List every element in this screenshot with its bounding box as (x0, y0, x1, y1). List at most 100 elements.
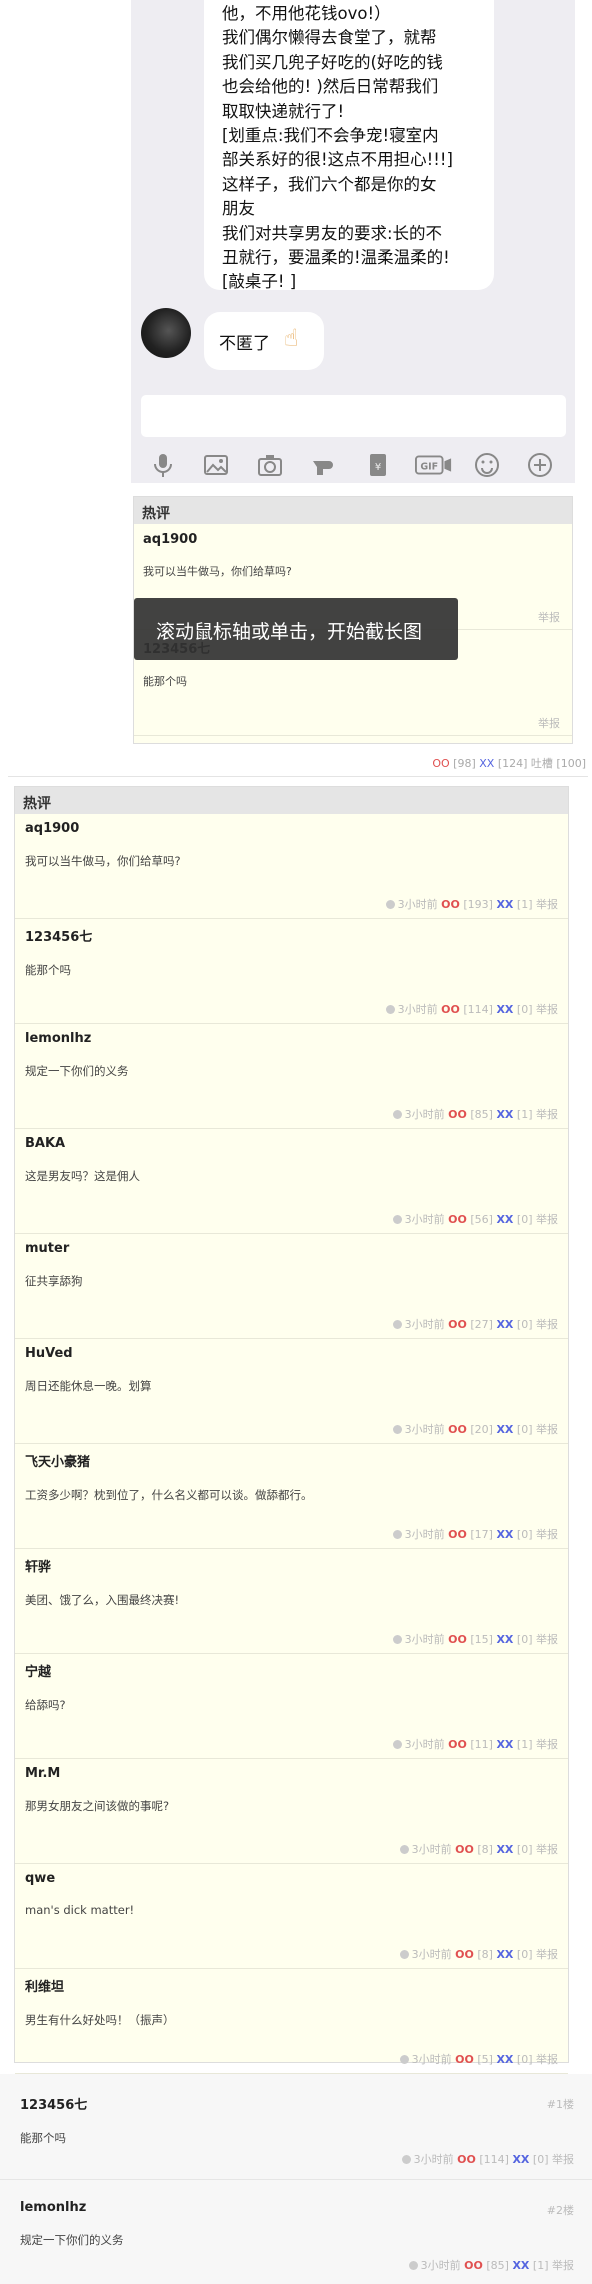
report-link[interactable]: 举报 (536, 1318, 558, 1331)
comment-author[interactable]: lemonlhz (20, 2200, 592, 2215)
xx-button[interactable]: XX (496, 1213, 513, 1226)
list-item: 利维坦 男生有什么好处吗！（振声） 3小时前 OO [5] XX [0] 举报 (15, 1969, 568, 2074)
report-link[interactable]: 举报 (536, 1528, 558, 1541)
report-link[interactable]: 举报 (552, 2153, 574, 2166)
xx-button[interactable]: XX (512, 2259, 529, 2272)
gif-icon[interactable]: GIF (414, 450, 454, 480)
xx-button[interactable]: XX (496, 898, 513, 911)
image-icon[interactable] (201, 450, 231, 480)
chat-line: 我们买几兜子好吃的(好吃的钱 (222, 52, 443, 72)
report-link[interactable]: 举报 (536, 1003, 558, 1016)
floor-number: #1楼 (546, 2098, 574, 2111)
comment-author[interactable]: HuVed (25, 1346, 568, 1361)
comment-author[interactable]: Mr.M (25, 1766, 568, 1781)
report-link[interactable]: 举报 (536, 1948, 558, 1961)
red-packet-hand-icon[interactable] (309, 450, 339, 480)
plus-icon[interactable] (525, 450, 555, 480)
oo-button[interactable]: OO (448, 1738, 467, 1751)
report-link[interactable]: 举报 (536, 898, 558, 911)
comment-text: 周日还能休息一晚。划算 (25, 1379, 152, 1393)
comment-author[interactable]: 轩骅 (25, 1556, 568, 1575)
comment-author[interactable]: 123456七 (20, 2094, 592, 2113)
report-link[interactable]: 举报 (536, 1108, 558, 1121)
comment-author[interactable]: qwe (25, 1871, 568, 1886)
oo-button[interactable]: OO (432, 757, 449, 770)
oo-button[interactable]: OO (448, 1213, 467, 1226)
xx-button[interactable]: XX (496, 1843, 513, 1856)
oo-button[interactable]: OO (441, 898, 460, 911)
xx-button[interactable]: XX (496, 1528, 513, 1541)
oo-count: [98] (453, 757, 476, 770)
chat-line: [划重点:我们不会争宠!寝室内 (222, 126, 439, 146)
comment-meta: 3小时前 OO [20] XX [0] 举报 (392, 1421, 558, 1437)
oo-count: [5] (477, 2053, 493, 2066)
microphone-icon[interactable] (148, 450, 178, 480)
camera-icon[interactable] (255, 450, 285, 480)
oo-button[interactable]: OO (448, 1108, 467, 1121)
xx-button[interactable]: XX (496, 1318, 513, 1331)
comment-text: 能那个吗 (143, 675, 187, 688)
report-link[interactable]: 举报 (536, 1843, 558, 1856)
chat-bubble-reply: 不匿了 ☝ (204, 312, 324, 370)
oo-button[interactable]: OO (464, 2259, 483, 2272)
report-link[interactable]: 举报 (538, 715, 560, 731)
comment-text: 能那个吗 (25, 963, 71, 977)
report-link[interactable]: 举报 (536, 1423, 558, 1436)
comment-author[interactable]: lemonlhz (25, 1031, 568, 1046)
oo-button[interactable]: OO (448, 1633, 467, 1646)
oo-button[interactable]: OO (441, 1003, 460, 1016)
tucao-link[interactable]: 吐槽 [100] (531, 757, 586, 770)
oo-button[interactable]: OO (448, 1528, 467, 1541)
list-item: 宁越 给舔吗? 3小时前 OO [11] XX [1] 举报 (15, 1654, 568, 1759)
xx-button[interactable]: XX (496, 1003, 513, 1016)
oo-button[interactable]: OO (455, 1948, 474, 1961)
xx-button[interactable]: XX (496, 1948, 513, 1961)
comment-meta: 3小时前 OO [5] XX [0] 举报 (399, 2051, 558, 2067)
clock-icon (399, 1845, 409, 1854)
oo-button[interactable]: OO (448, 1423, 467, 1436)
oo-button[interactable]: OO (448, 1318, 467, 1331)
xx-button[interactable]: XX (479, 757, 494, 770)
xx-count: [0] (516, 1003, 533, 1016)
comment-author[interactable]: aq1900 (143, 532, 572, 547)
report-link[interactable]: 举报 (536, 1738, 558, 1751)
xx-button[interactable]: XX (496, 2053, 513, 2066)
xx-button[interactable]: XX (496, 1738, 513, 1751)
list-item: muter 征共享舔狗 3小时前 OO [27] XX [0] 举报 (15, 1234, 568, 1339)
comment-text: 我可以当牛做马，你们给草吗? (25, 854, 181, 868)
report-link[interactable]: 举报 (538, 609, 560, 625)
report-link[interactable]: 举报 (536, 1633, 558, 1646)
report-link[interactable]: 举报 (552, 2259, 574, 2272)
comment-author[interactable]: aq1900 (25, 821, 568, 836)
comment-author[interactable]: 宁越 (25, 1661, 568, 1680)
clock-icon (392, 1320, 402, 1329)
comment-author[interactable]: BAKA (25, 1136, 568, 1151)
oo-button[interactable]: OO (455, 2053, 474, 2066)
comment-time: 3小时前 (404, 1528, 445, 1541)
xx-button[interactable]: XX (512, 2153, 529, 2166)
chat-input[interactable] (141, 395, 566, 437)
report-link[interactable]: 举报 (536, 2053, 558, 2066)
xx-button[interactable]: XX (496, 1108, 513, 1121)
comment-author[interactable]: 利维坦 (25, 1976, 568, 1995)
oo-button[interactable]: OO (455, 1843, 474, 1856)
comment-list: 123456七 #1楼 能那个吗 3小时前 OO [114] XX [0] 举报 lem… (0, 2074, 592, 2284)
chat-line: 也会给他的! )然后日常帮我们 (222, 77, 439, 97)
comment-meta: 3小时前 OO [85] XX [1] 举报 (392, 1106, 558, 1122)
oo-button[interactable]: OO (457, 2153, 476, 2166)
list-item: BAKA 这是男友吗？这是佣人 3小时前 OO [56] XX [0] 举报 (15, 1129, 568, 1234)
xx-count: [0] (516, 1423, 533, 1436)
oo-count: [17] (470, 1528, 493, 1541)
clock-icon (392, 1530, 402, 1539)
page: 他，不用他花钱ovo!） 我们偶尔懒得去食堂了，就帮 我们买几兜子好吃的(好吃的… (0, 0, 592, 2284)
xx-button[interactable]: XX (496, 1423, 513, 1436)
emoji-icon[interactable] (472, 450, 502, 480)
comment-author[interactable]: 123456七 (25, 926, 568, 945)
screenshot-tooltip: 滚动鼠标轴或单击，开始截长图 (134, 598, 458, 660)
money-envelope-icon[interactable]: ¥ (363, 450, 393, 480)
comment-author[interactable]: 飞天小豪猪 (25, 1451, 568, 1470)
comment-author[interactable]: muter (25, 1241, 568, 1256)
report-link[interactable]: 举报 (536, 1213, 558, 1226)
list-item: qwe man's dick matter! 3小时前 OO [8] XX [0] … (15, 1864, 568, 1969)
xx-button[interactable]: XX (496, 1633, 513, 1646)
